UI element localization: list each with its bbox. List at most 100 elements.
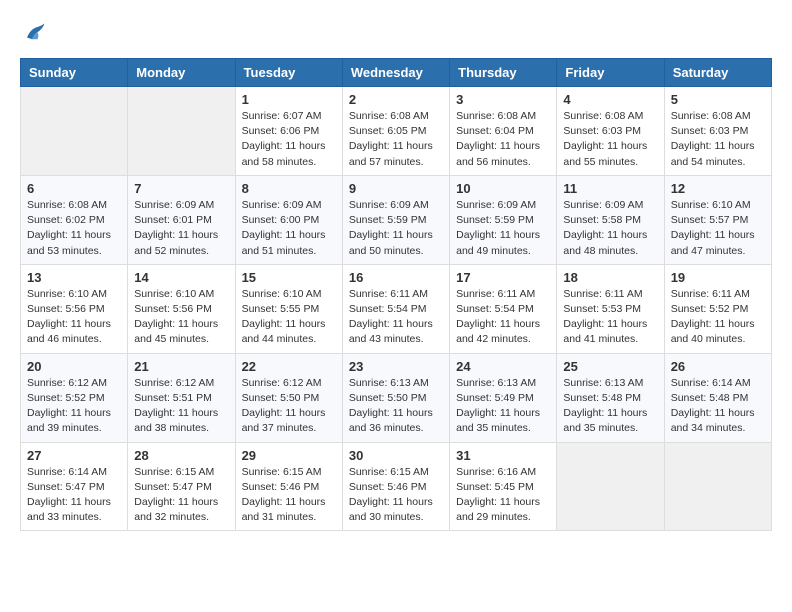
day-number: 9	[349, 181, 443, 196]
calendar-cell: 9 Sunrise: 6:09 AMSunset: 5:59 PMDaylight…	[342, 175, 449, 264]
day-number: 27	[27, 448, 121, 463]
day-info: Sunrise: 6:10 AMSunset: 5:56 PMDaylight:…	[27, 287, 121, 348]
day-number: 20	[27, 359, 121, 374]
calendar-cell: 13 Sunrise: 6:10 AMSunset: 5:56 PMDayligh…	[21, 264, 128, 353]
weekday-header-tuesday: Tuesday	[235, 59, 342, 87]
day-info: Sunrise: 6:07 AMSunset: 6:06 PMDaylight:…	[242, 109, 336, 170]
day-info: Sunrise: 6:12 AMSunset: 5:51 PMDaylight:…	[134, 376, 228, 437]
weekday-header-monday: Monday	[128, 59, 235, 87]
day-info: Sunrise: 6:09 AMSunset: 5:59 PMDaylight:…	[456, 198, 550, 259]
day-number: 19	[671, 270, 765, 285]
calendar-cell: 5 Sunrise: 6:08 AMSunset: 6:03 PMDaylight…	[664, 87, 771, 176]
day-info: Sunrise: 6:08 AMSunset: 6:04 PMDaylight:…	[456, 109, 550, 170]
calendar-cell: 12 Sunrise: 6:10 AMSunset: 5:57 PMDayligh…	[664, 175, 771, 264]
calendar-cell: 26 Sunrise: 6:14 AMSunset: 5:48 PMDayligh…	[664, 353, 771, 442]
calendar-cell: 19 Sunrise: 6:11 AMSunset: 5:52 PMDayligh…	[664, 264, 771, 353]
day-info: Sunrise: 6:08 AMSunset: 6:02 PMDaylight:…	[27, 198, 121, 259]
calendar-table: SundayMondayTuesdayWednesdayThursdayFrid…	[20, 58, 772, 531]
day-number: 10	[456, 181, 550, 196]
day-info: Sunrise: 6:11 AMSunset: 5:53 PMDaylight:…	[563, 287, 657, 348]
day-number: 21	[134, 359, 228, 374]
day-info: Sunrise: 6:15 AMSunset: 5:46 PMDaylight:…	[349, 465, 443, 526]
day-info: Sunrise: 6:14 AMSunset: 5:48 PMDaylight:…	[671, 376, 765, 437]
day-number: 8	[242, 181, 336, 196]
day-info: Sunrise: 6:15 AMSunset: 5:47 PMDaylight:…	[134, 465, 228, 526]
day-number: 7	[134, 181, 228, 196]
logo-icon	[20, 20, 48, 48]
day-info: Sunrise: 6:14 AMSunset: 5:47 PMDaylight:…	[27, 465, 121, 526]
day-info: Sunrise: 6:10 AMSunset: 5:57 PMDaylight:…	[671, 198, 765, 259]
day-number: 2	[349, 92, 443, 107]
day-number: 11	[563, 181, 657, 196]
day-number: 1	[242, 92, 336, 107]
weekday-header-wednesday: Wednesday	[342, 59, 449, 87]
day-info: Sunrise: 6:11 AMSunset: 5:52 PMDaylight:…	[671, 287, 765, 348]
calendar-cell: 28 Sunrise: 6:15 AMSunset: 5:47 PMDayligh…	[128, 442, 235, 531]
day-info: Sunrise: 6:08 AMSunset: 6:03 PMDaylight:…	[671, 109, 765, 170]
day-info: Sunrise: 6:09 AMSunset: 5:59 PMDaylight:…	[349, 198, 443, 259]
page-header	[20, 20, 772, 48]
day-number: 30	[349, 448, 443, 463]
day-info: Sunrise: 6:13 AMSunset: 5:50 PMDaylight:…	[349, 376, 443, 437]
day-info: Sunrise: 6:11 AMSunset: 5:54 PMDaylight:…	[456, 287, 550, 348]
day-number: 26	[671, 359, 765, 374]
calendar-cell: 31Sunrise: 6:16 AMSunset: 5:45 PMDayligh…	[450, 442, 557, 531]
calendar-cell: 20 Sunrise: 6:12 AMSunset: 5:52 PMDayligh…	[21, 353, 128, 442]
calendar-cell: 18Sunrise: 6:11 AMSunset: 5:53 PMDayligh…	[557, 264, 664, 353]
calendar-cell: 3 Sunrise: 6:08 AMSunset: 6:04 PMDaylight…	[450, 87, 557, 176]
calendar-cell: 15 Sunrise: 6:10 AMSunset: 5:55 PMDayligh…	[235, 264, 342, 353]
day-number: 25	[563, 359, 657, 374]
calendar-cell: 7 Sunrise: 6:09 AMSunset: 6:01 PMDaylight…	[128, 175, 235, 264]
weekday-header-sunday: Sunday	[21, 59, 128, 87]
calendar-cell: 30 Sunrise: 6:15 AMSunset: 5:46 PMDayligh…	[342, 442, 449, 531]
day-number: 17	[456, 270, 550, 285]
day-info: Sunrise: 6:15 AMSunset: 5:46 PMDaylight:…	[242, 465, 336, 526]
calendar-week-row: 20 Sunrise: 6:12 AMSunset: 5:52 PMDayligh…	[21, 353, 772, 442]
day-info: Sunrise: 6:09 AMSunset: 5:58 PMDaylight:…	[563, 198, 657, 259]
calendar-cell	[128, 87, 235, 176]
day-number: 6	[27, 181, 121, 196]
calendar-cell: 24Sunrise: 6:13 AMSunset: 5:49 PMDayligh…	[450, 353, 557, 442]
day-info: Sunrise: 6:13 AMSunset: 5:48 PMDaylight:…	[563, 376, 657, 437]
calendar-cell: 6 Sunrise: 6:08 AMSunset: 6:02 PMDaylight…	[21, 175, 128, 264]
calendar-cell: 1 Sunrise: 6:07 AMSunset: 6:06 PMDaylight…	[235, 87, 342, 176]
day-info: Sunrise: 6:10 AMSunset: 5:55 PMDaylight:…	[242, 287, 336, 348]
weekday-header-thursday: Thursday	[450, 59, 557, 87]
day-number: 4	[563, 92, 657, 107]
day-info: Sunrise: 6:16 AMSunset: 5:45 PMDaylight:…	[456, 465, 550, 526]
day-number: 28	[134, 448, 228, 463]
day-number: 15	[242, 270, 336, 285]
day-number: 5	[671, 92, 765, 107]
calendar-cell: 11 Sunrise: 6:09 AMSunset: 5:58 PMDayligh…	[557, 175, 664, 264]
weekday-header-friday: Friday	[557, 59, 664, 87]
day-number: 12	[671, 181, 765, 196]
calendar-cell: 21 Sunrise: 6:12 AMSunset: 5:51 PMDayligh…	[128, 353, 235, 442]
day-number: 22	[242, 359, 336, 374]
calendar-cell: 10 Sunrise: 6:09 AMSunset: 5:59 PMDayligh…	[450, 175, 557, 264]
day-number: 13	[27, 270, 121, 285]
calendar-week-row: 6 Sunrise: 6:08 AMSunset: 6:02 PMDaylight…	[21, 175, 772, 264]
day-number: 16	[349, 270, 443, 285]
calendar-cell: 8Sunrise: 6:09 AMSunset: 6:00 PMDaylight…	[235, 175, 342, 264]
day-info: Sunrise: 6:11 AMSunset: 5:54 PMDaylight:…	[349, 287, 443, 348]
day-info: Sunrise: 6:09 AMSunset: 6:01 PMDaylight:…	[134, 198, 228, 259]
day-number: 3	[456, 92, 550, 107]
calendar-cell: 25 Sunrise: 6:13 AMSunset: 5:48 PMDayligh…	[557, 353, 664, 442]
calendar-cell: 23 Sunrise: 6:13 AMSunset: 5:50 PMDayligh…	[342, 353, 449, 442]
calendar-cell	[21, 87, 128, 176]
day-number: 24	[456, 359, 550, 374]
calendar-week-row: 1 Sunrise: 6:07 AMSunset: 6:06 PMDaylight…	[21, 87, 772, 176]
weekday-header-saturday: Saturday	[664, 59, 771, 87]
calendar-cell: 2 Sunrise: 6:08 AMSunset: 6:05 PMDaylight…	[342, 87, 449, 176]
calendar-cell	[664, 442, 771, 531]
calendar-cell: 16 Sunrise: 6:11 AMSunset: 5:54 PMDayligh…	[342, 264, 449, 353]
calendar-cell: 17 Sunrise: 6:11 AMSunset: 5:54 PMDayligh…	[450, 264, 557, 353]
day-info: Sunrise: 6:12 AMSunset: 5:52 PMDaylight:…	[27, 376, 121, 437]
day-number: 14	[134, 270, 228, 285]
calendar-week-row: 27 Sunrise: 6:14 AMSunset: 5:47 PMDayligh…	[21, 442, 772, 531]
calendar-header-row: SundayMondayTuesdayWednesdayThursdayFrid…	[21, 59, 772, 87]
day-info: Sunrise: 6:08 AMSunset: 6:05 PMDaylight:…	[349, 109, 443, 170]
calendar-cell	[557, 442, 664, 531]
calendar-cell: 4Sunrise: 6:08 AMSunset: 6:03 PMDaylight…	[557, 87, 664, 176]
day-number: 23	[349, 359, 443, 374]
